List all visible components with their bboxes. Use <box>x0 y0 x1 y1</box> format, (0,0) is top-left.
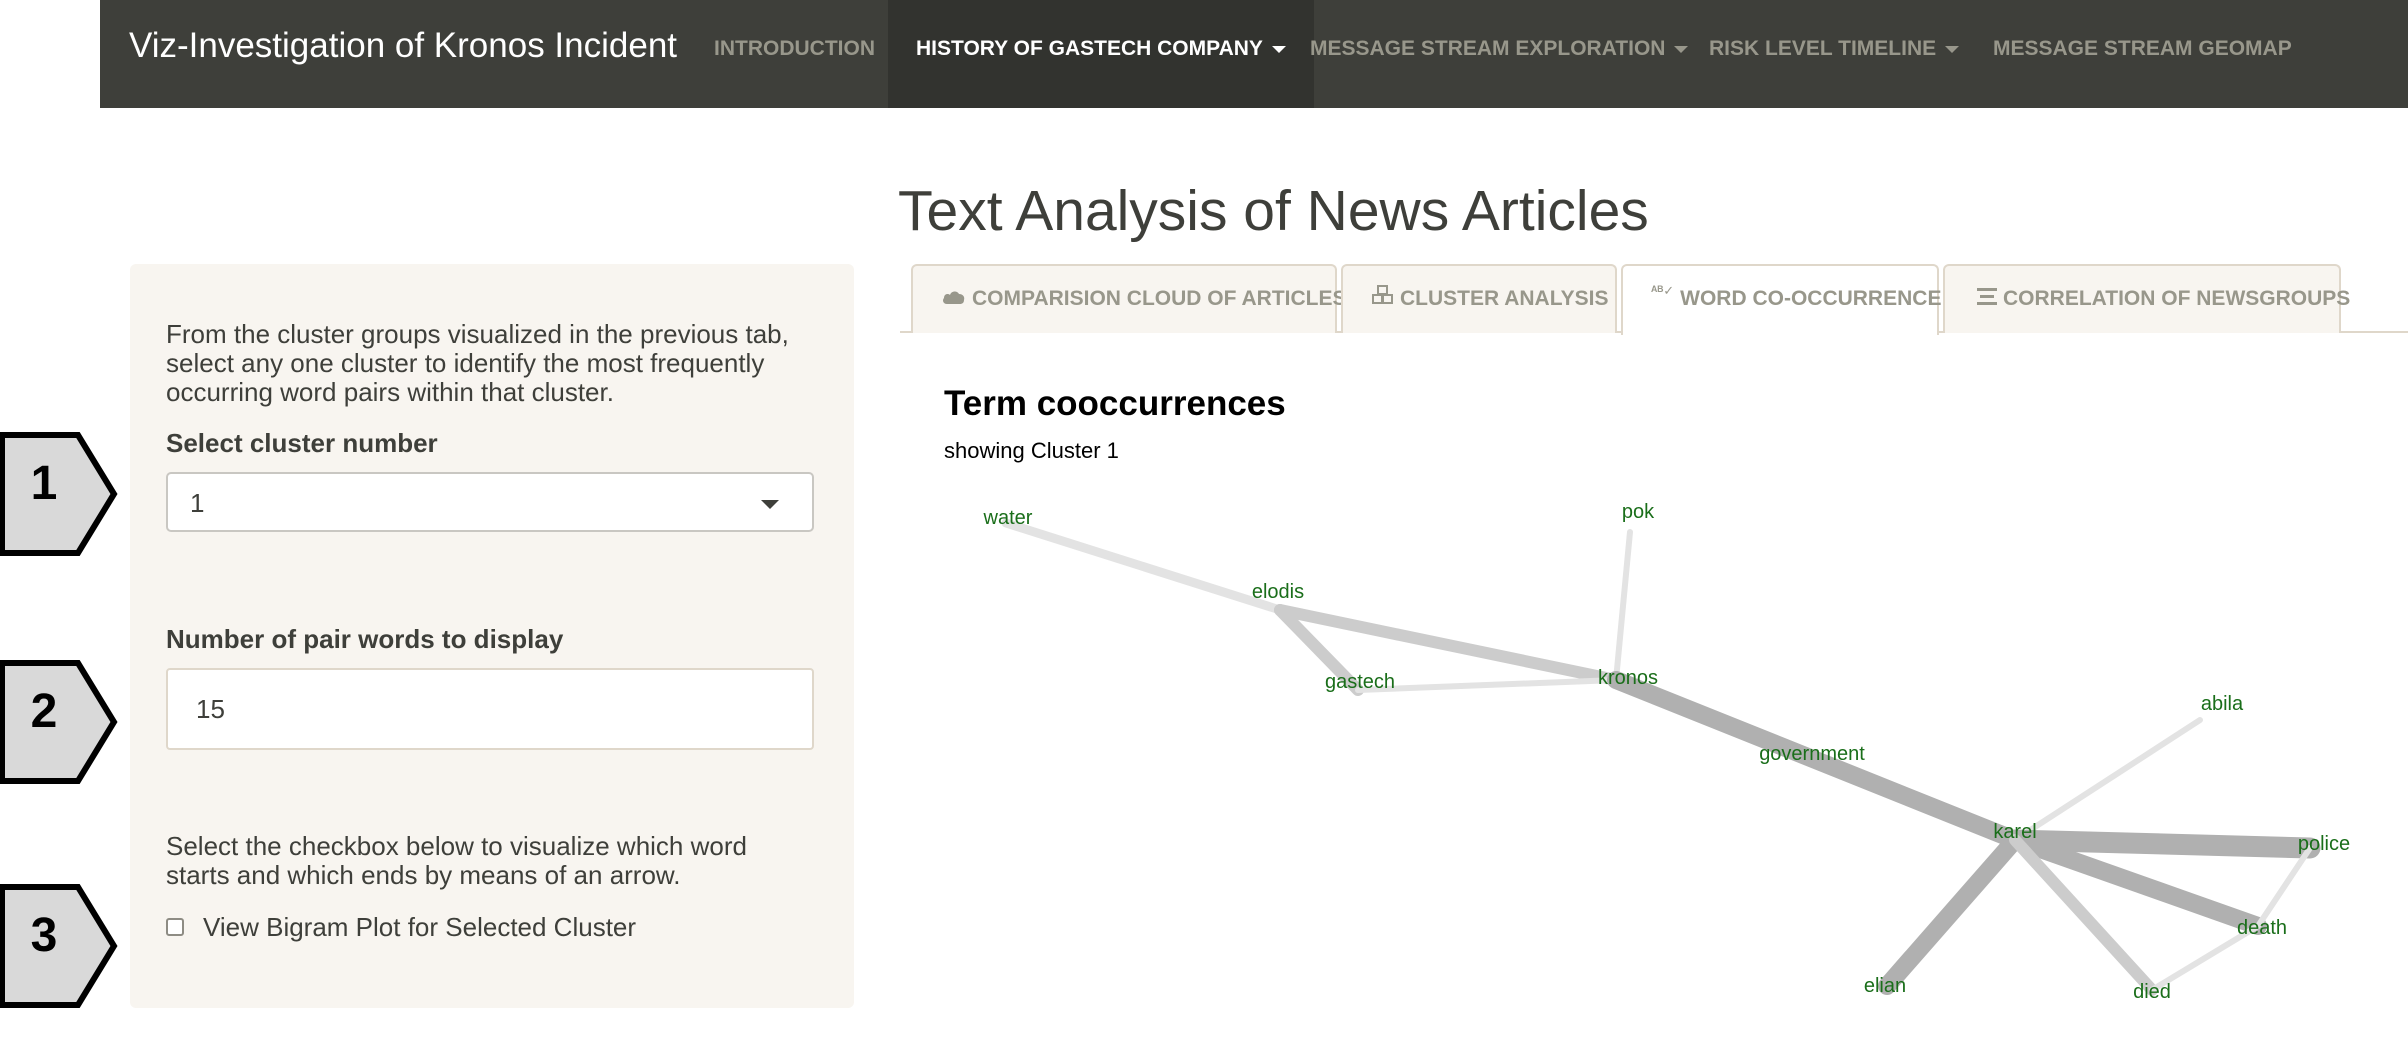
nav-message-stream-exploration[interactable]: MESSAGE STREAM EXPLORATION <box>1310 0 1689 108</box>
cluster-select[interactable]: 1 <box>166 472 814 532</box>
nav-history-label: HISTORY OF GASTECH COMPANY <box>916 37 1263 60</box>
nav-message-stream-geomap[interactable]: MESSAGE STREAM GEOMAP <box>1993 0 2292 108</box>
nav-introduction-label: INTRODUCTION <box>714 37 875 60</box>
tab-label: COMPARISION CLOUD OF ARTICLES <box>972 287 1347 310</box>
chart-subtitle: showing Cluster 1 <box>944 438 1119 463</box>
step-badge-2: 2 <box>0 660 118 784</box>
node-police: police <box>2298 833 2350 855</box>
tab-correlation-of-newsgroups[interactable]: CORRELATION OF NEWSGROUPS <box>1943 264 2350 333</box>
page-title: Text Analysis of News Articles <box>898 179 1649 243</box>
step-number: 3 <box>30 909 58 962</box>
node-elodis: elodis <box>1252 581 1304 603</box>
brand-title[interactable]: Viz-Investigation of Kronos Incident <box>129 26 677 66</box>
navbar: Viz-Investigation of Kronos Incident INT… <box>100 0 2408 108</box>
cooccurrence-network: water pok elodis gastech kronos government abi… <box>983 501 2351 1003</box>
node-gastech: gastech <box>1325 671 1395 693</box>
bigram-checkbox-label[interactable]: View Bigram Plot for Selected Cluster <box>203 912 636 943</box>
cluster-select-value: 1 <box>190 488 205 518</box>
edge-pok-kronos <box>1613 529 1633 683</box>
node-kronos: kronos <box>1598 667 1658 689</box>
tab-comparision-cloud[interactable]: COMPARISION CLOUD OF ARTICLES <box>911 264 1347 333</box>
pairs-number-input[interactable] <box>166 668 814 750</box>
node-karel: karel <box>1993 821 2036 843</box>
tab-label: WORD CO-OCCURRENCE <box>1680 287 1942 310</box>
edge-karel-elian <box>1878 831 2024 995</box>
cloud-icon <box>942 266 966 332</box>
chevron-down-icon <box>1271 45 1286 53</box>
node-government: government <box>1759 743 1865 765</box>
tab-word-co-occurrence[interactable]: ᴬᴮ✓ WORD CO-OCCURRENCE <box>1621 264 1942 335</box>
nav-message-stream-label: MESSAGE STREAM EXPLORATION <box>1310 37 1666 60</box>
node-abila: abila <box>2201 693 2244 715</box>
chart-title: Term cooccurrences <box>944 384 1286 423</box>
page: Viz-Investigation of Kronos Incident INT… <box>0 0 2408 1042</box>
chevron-down-icon <box>1674 45 1689 53</box>
nav-risk-level-timeline[interactable]: RISK LEVEL TIMELINE <box>1709 0 1960 108</box>
edge-karel-abila <box>2012 717 2203 843</box>
tab-label: CORRELATION OF NEWSGROUPS <box>2003 287 2351 310</box>
step-badge-1: 1 <box>0 432 118 556</box>
chevron-down-icon <box>761 500 779 509</box>
checkbox-help-text: Select the checkbox below to visualize w… <box>166 831 747 890</box>
spell-check-icon: ᴬᴮ✓ <box>1651 283 1675 298</box>
cluster-select-label: Select cluster number <box>166 428 438 458</box>
nav-introduction[interactable]: INTRODUCTION <box>714 0 875 108</box>
nav-risk-level-label: RISK LEVEL TIMELINE <box>1709 37 1937 60</box>
bigram-checkbox[interactable] <box>166 918 184 936</box>
step-number: 1 <box>30 457 58 510</box>
node-died: died <box>2133 981 2171 1003</box>
tab-label: CLUSTER ANALYSIS <box>1400 287 1609 310</box>
cubes-icon <box>1372 266 1394 332</box>
edge-police-death <box>2255 845 2313 929</box>
nav-geomap-label: MESSAGE STREAM GEOMAP <box>1993 37 2292 60</box>
sidebar-intro-text: From the cluster groups visualized in th… <box>166 319 789 407</box>
node-death: death <box>2237 917 2287 939</box>
sidebar-panel: From the cluster groups visualized in th… <box>130 264 854 1008</box>
node-pok: pok <box>1622 501 1655 523</box>
align-justify-icon <box>1977 266 1997 332</box>
step-badge-3: 3 <box>0 884 118 1008</box>
tab-cluster-analysis[interactable]: CLUSTER ANALYSIS <box>1341 264 1617 333</box>
nav-history-of-gastech[interactable]: HISTORY OF GASTECH COMPANY <box>888 0 1314 108</box>
pairs-input-label: Number of pair words to display <box>166 624 564 654</box>
step-number: 2 <box>30 685 58 738</box>
node-elian: elian <box>1864 975 1906 997</box>
edge-gastech-kronos <box>1355 677 1619 693</box>
chevron-down-icon <box>1945 45 1960 53</box>
node-water: water <box>983 507 1033 529</box>
edge-water-elodis <box>1001 518 1285 615</box>
